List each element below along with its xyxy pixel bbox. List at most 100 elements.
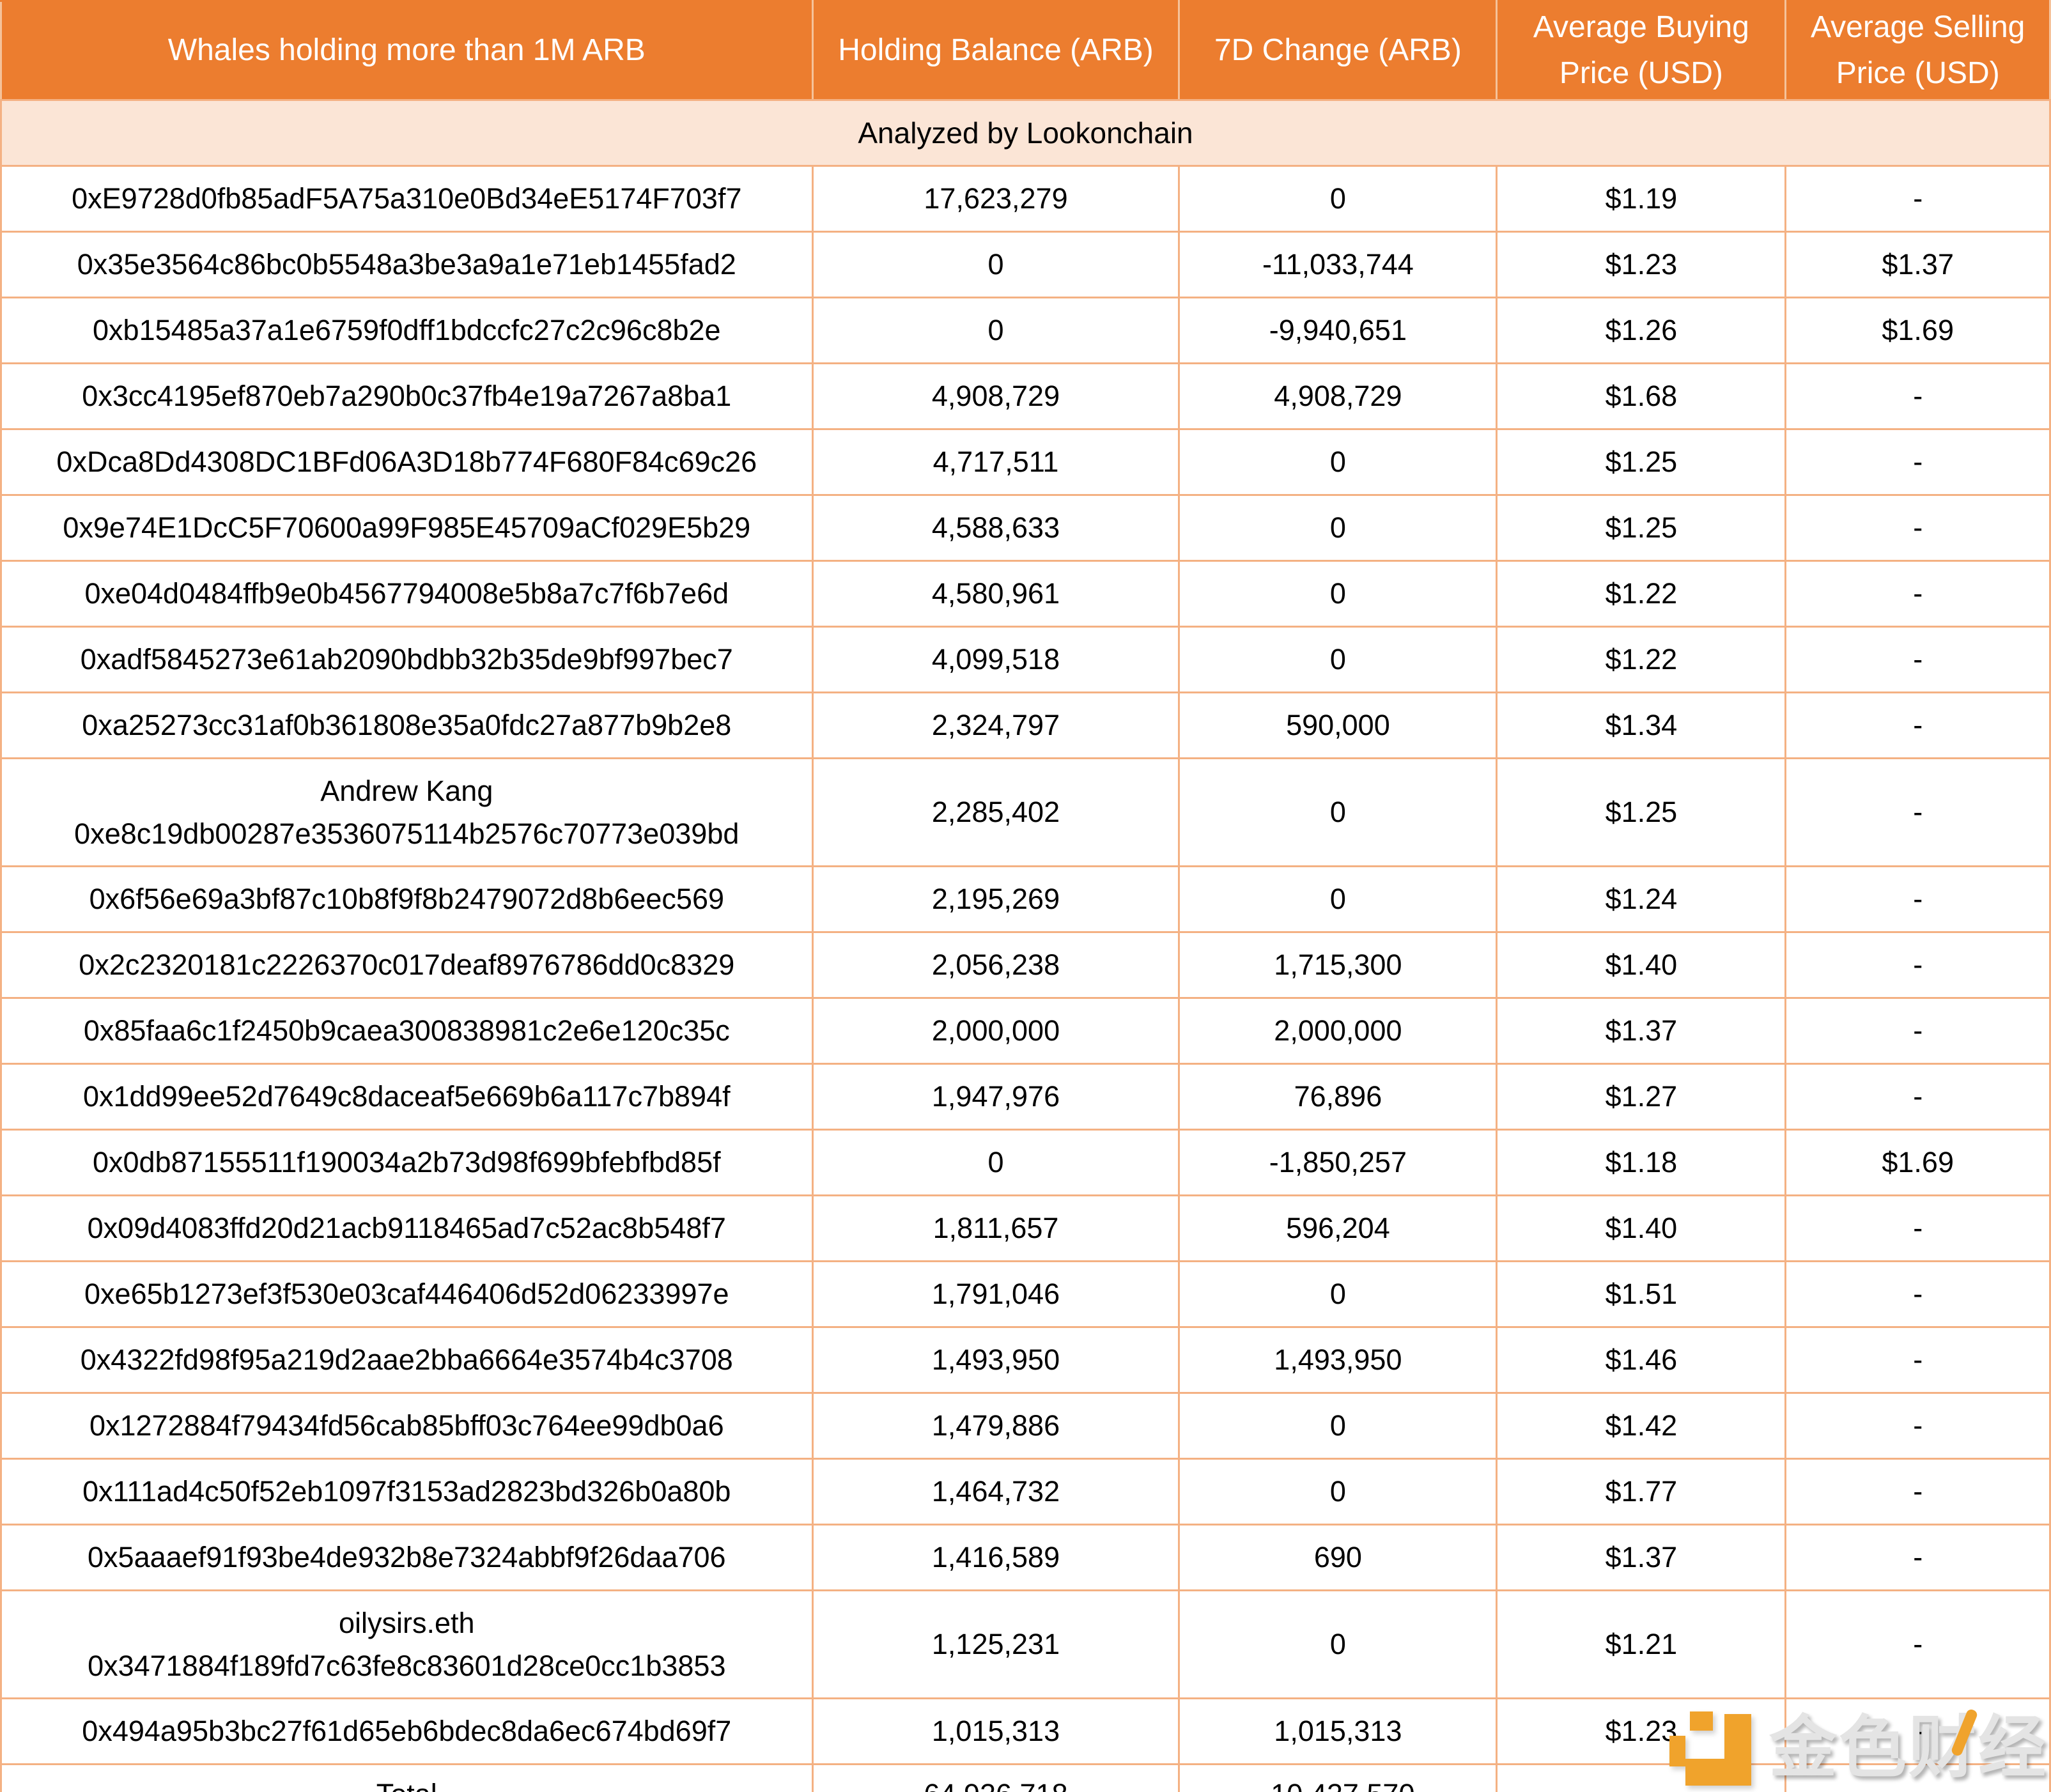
whale-address: 0x35e3564c86bc0b5548a3be3a9a1e71eb1455fa… [13, 243, 800, 286]
change-7d-cell: 0 [1179, 495, 1497, 561]
change-7d-cell: 2,000,000 [1179, 998, 1497, 1064]
change-7d-cell: -1,850,257 [1179, 1130, 1497, 1196]
total-row: Total 64,926,718 -10,427,570 - - [1, 1765, 2050, 1792]
whale-identity-cell: 0x494a95b3bc27f61d65eb6bdec8da6ec674bd69… [1, 1699, 813, 1765]
whale-identity-cell: 0x5aaaef91f93be4de932b8e7324abbf9f26daa7… [1, 1525, 813, 1591]
avg-selling-price-cell: - [1786, 1591, 2050, 1699]
holding-balance-cell: 1,479,886 [812, 1393, 1179, 1459]
column-header-holding-balance: Holding Balance (ARB) [812, 1, 1179, 100]
holding-balance-cell: 0 [812, 1130, 1179, 1196]
change-7d-cell: 0 [1179, 1591, 1497, 1699]
whale-identity-cell: 0xb15485a37a1e6759f0dff1bdccfc27c2c96c8b… [1, 298, 813, 364]
whale-address: 0x2c2320181c2226370c017deaf8976786dd0c83… [13, 943, 800, 987]
whale-row: Andrew Kang 0xe8c19db00287e3536075114b25… [1, 759, 2050, 867]
holding-balance-cell: 2,056,238 [812, 932, 1179, 998]
whale-identity-cell: 0x6f56e69a3bf87c10b8f9f8b2479072d8b6eec5… [1, 867, 813, 932]
whale-identity-cell: oilysirs.eth 0x3471884f189fd7c63fe8c8360… [1, 1591, 813, 1699]
holding-balance-cell: 4,908,729 [812, 364, 1179, 429]
change-7d-cell: 0 [1179, 429, 1497, 495]
change-7d-cell: 1,715,300 [1179, 932, 1497, 998]
avg-buying-price-cell: $1.42 [1497, 1393, 1786, 1459]
change-7d-cell: 590,000 [1179, 693, 1497, 759]
whale-row: 0xb15485a37a1e6759f0dff1bdccfc27c2c96c8b… [1, 298, 2050, 364]
holding-balance-cell: 1,791,046 [812, 1262, 1179, 1327]
total-label: Total [1, 1765, 813, 1792]
header-row: Whales holding more than 1M ARB Holding … [1, 1, 2050, 100]
holding-balance-cell: 1,947,976 [812, 1064, 1179, 1130]
whale-identity-cell: 0x09d4083ffd20d21acb9118465ad7c52ac8b548… [1, 1196, 813, 1262]
table-footer: Total 64,926,718 -10,427,570 - - [1, 1765, 2050, 1792]
avg-selling-price-cell: - [1786, 1699, 2050, 1765]
whale-address: 0xDca8Dd4308DC1BFd06A3D18b774F680F84c69c… [13, 440, 800, 484]
whale-identity-cell: 0x0db87155511f190034a2b73d98f699bfebfbd8… [1, 1130, 813, 1196]
holding-balance-cell: 1,416,589 [812, 1525, 1179, 1591]
avg-selling-price-cell: - [1786, 1459, 2050, 1525]
whale-identity-cell: Andrew Kang 0xe8c19db00287e3536075114b25… [1, 759, 813, 867]
avg-selling-price-cell: - [1786, 495, 2050, 561]
table-header: Whales holding more than 1M ARB Holding … [1, 1, 2050, 100]
avg-selling-price-cell: $1.37 [1786, 232, 2050, 298]
whale-identity-cell: 0x35e3564c86bc0b5548a3be3a9a1e71eb1455fa… [1, 232, 813, 298]
whale-address: 0xe65b1273ef3f530e03caf446406d52d0623399… [13, 1272, 800, 1316]
holding-balance-cell: 4,580,961 [812, 561, 1179, 627]
avg-selling-price-cell: - [1786, 867, 2050, 932]
avg-buying-price-cell: $1.46 [1497, 1327, 1786, 1393]
whale-address: 0xe04d0484ffb9e0b4567794008e5b8a7c7f6b7e… [13, 572, 800, 615]
holding-balance-cell: 2,285,402 [812, 759, 1179, 867]
avg-selling-price-cell: - [1786, 1064, 2050, 1130]
avg-selling-price-cell: - [1786, 1196, 2050, 1262]
avg-selling-price-cell: - [1786, 627, 2050, 693]
avg-buying-price-cell: $1.77 [1497, 1459, 1786, 1525]
whale-address: 0xE9728d0fb85adF5A75a310e0Bd34eE5174F703… [13, 177, 800, 220]
change-7d-cell: 76,896 [1179, 1064, 1497, 1130]
avg-buying-price-cell: $1.27 [1497, 1064, 1786, 1130]
whale-identity-cell: 0x1272884f79434fd56cab85bff03c764ee99db0… [1, 1393, 813, 1459]
whale-label: oilysirs.eth [13, 1602, 800, 1645]
holding-balance-cell: 17,623,279 [812, 166, 1179, 232]
avg-selling-price-cell: - [1786, 1525, 2050, 1591]
whale-identity-cell: 0xE9728d0fb85adF5A75a310e0Bd34eE5174F703… [1, 166, 813, 232]
avg-buying-price-cell: $1.37 [1497, 998, 1786, 1064]
whale-row: 0xe04d0484ffb9e0b4567794008e5b8a7c7f6b7e… [1, 561, 2050, 627]
whale-identity-cell: 0xa25273cc31af0b361808e35a0fdc27a877b9b2… [1, 693, 813, 759]
avg-selling-price-cell: $1.69 [1786, 298, 2050, 364]
whale-row: 0xE9728d0fb85adF5A75a310e0Bd34eE5174F703… [1, 166, 2050, 232]
change-7d-cell: 690 [1179, 1525, 1497, 1591]
whale-row: 0x6f56e69a3bf87c10b8f9f8b2479072d8b6eec5… [1, 867, 2050, 932]
column-header-avg-selling-price: Average Selling Price (USD) [1786, 1, 2050, 100]
change-7d-cell: -9,940,651 [1179, 298, 1497, 364]
avg-buying-price-cell: $1.68 [1497, 364, 1786, 429]
whale-identity-cell: 0xe04d0484ffb9e0b4567794008e5b8a7c7f6b7e… [1, 561, 813, 627]
whale-holdings-screenshot: Whales holding more than 1M ARB Holding … [0, 0, 2051, 1792]
whale-address: 0x494a95b3bc27f61d65eb6bdec8da6ec674bd69… [13, 1710, 800, 1753]
change-7d-cell: 0 [1179, 561, 1497, 627]
whale-row: 0x35e3564c86bc0b5548a3be3a9a1e71eb1455fa… [1, 232, 2050, 298]
whale-row: 0x1dd99ee52d7649c8daceaf5e669b6a117c7b89… [1, 1064, 2050, 1130]
whale-identity-cell: 0xDca8Dd4308DC1BFd06A3D18b774F680F84c69c… [1, 429, 813, 495]
change-7d-cell: 596,204 [1179, 1196, 1497, 1262]
change-7d-cell: 1,493,950 [1179, 1327, 1497, 1393]
whale-address: 0xb15485a37a1e6759f0dff1bdccfc27c2c96c8b… [13, 309, 800, 352]
change-7d-cell: 0 [1179, 1262, 1497, 1327]
avg-selling-price-cell: - [1786, 166, 2050, 232]
avg-buying-price-cell: $1.25 [1497, 759, 1786, 867]
whale-identity-cell: 0x85faa6c1f2450b9caea300838981c2e6e120c3… [1, 998, 813, 1064]
whale-identity-cell: 0xe65b1273ef3f530e03caf446406d52d0623399… [1, 1262, 813, 1327]
avg-selling-price-cell: - [1786, 1262, 2050, 1327]
holding-balance-cell: 1,493,950 [812, 1327, 1179, 1393]
whale-holdings-table: Whales holding more than 1M ARB Holding … [0, 0, 2051, 1792]
whale-identity-cell: 0x3cc4195ef870eb7a290b0c37fb4e19a7267a8b… [1, 364, 813, 429]
whale-row: 0x3cc4195ef870eb7a290b0c37fb4e19a7267a8b… [1, 364, 2050, 429]
avg-buying-price-cell: $1.18 [1497, 1130, 1786, 1196]
avg-selling-price-cell: - [1786, 1393, 2050, 1459]
avg-buying-price-cell: $1.25 [1497, 429, 1786, 495]
whale-row: 0x2c2320181c2226370c017deaf8976786dd0c83… [1, 932, 2050, 998]
holding-balance-cell: 1,015,313 [812, 1699, 1179, 1765]
whale-identity-cell: 0x9e74E1DcC5F70600a99F985E45709aCf029E5b… [1, 495, 813, 561]
whale-address: 0x3cc4195ef870eb7a290b0c37fb4e19a7267a8b… [13, 375, 800, 418]
whale-row: 0xadf5845273e61ab2090bdbb32b35de9bf997be… [1, 627, 2050, 693]
whale-row: 0x494a95b3bc27f61d65eb6bdec8da6ec674bd69… [1, 1699, 2050, 1765]
whale-address: 0x09d4083ffd20d21acb9118465ad7c52ac8b548… [13, 1207, 800, 1250]
whale-address: 0x85faa6c1f2450b9caea300838981c2e6e120c3… [13, 1009, 800, 1053]
total-change: -10,427,570 [1179, 1765, 1497, 1792]
